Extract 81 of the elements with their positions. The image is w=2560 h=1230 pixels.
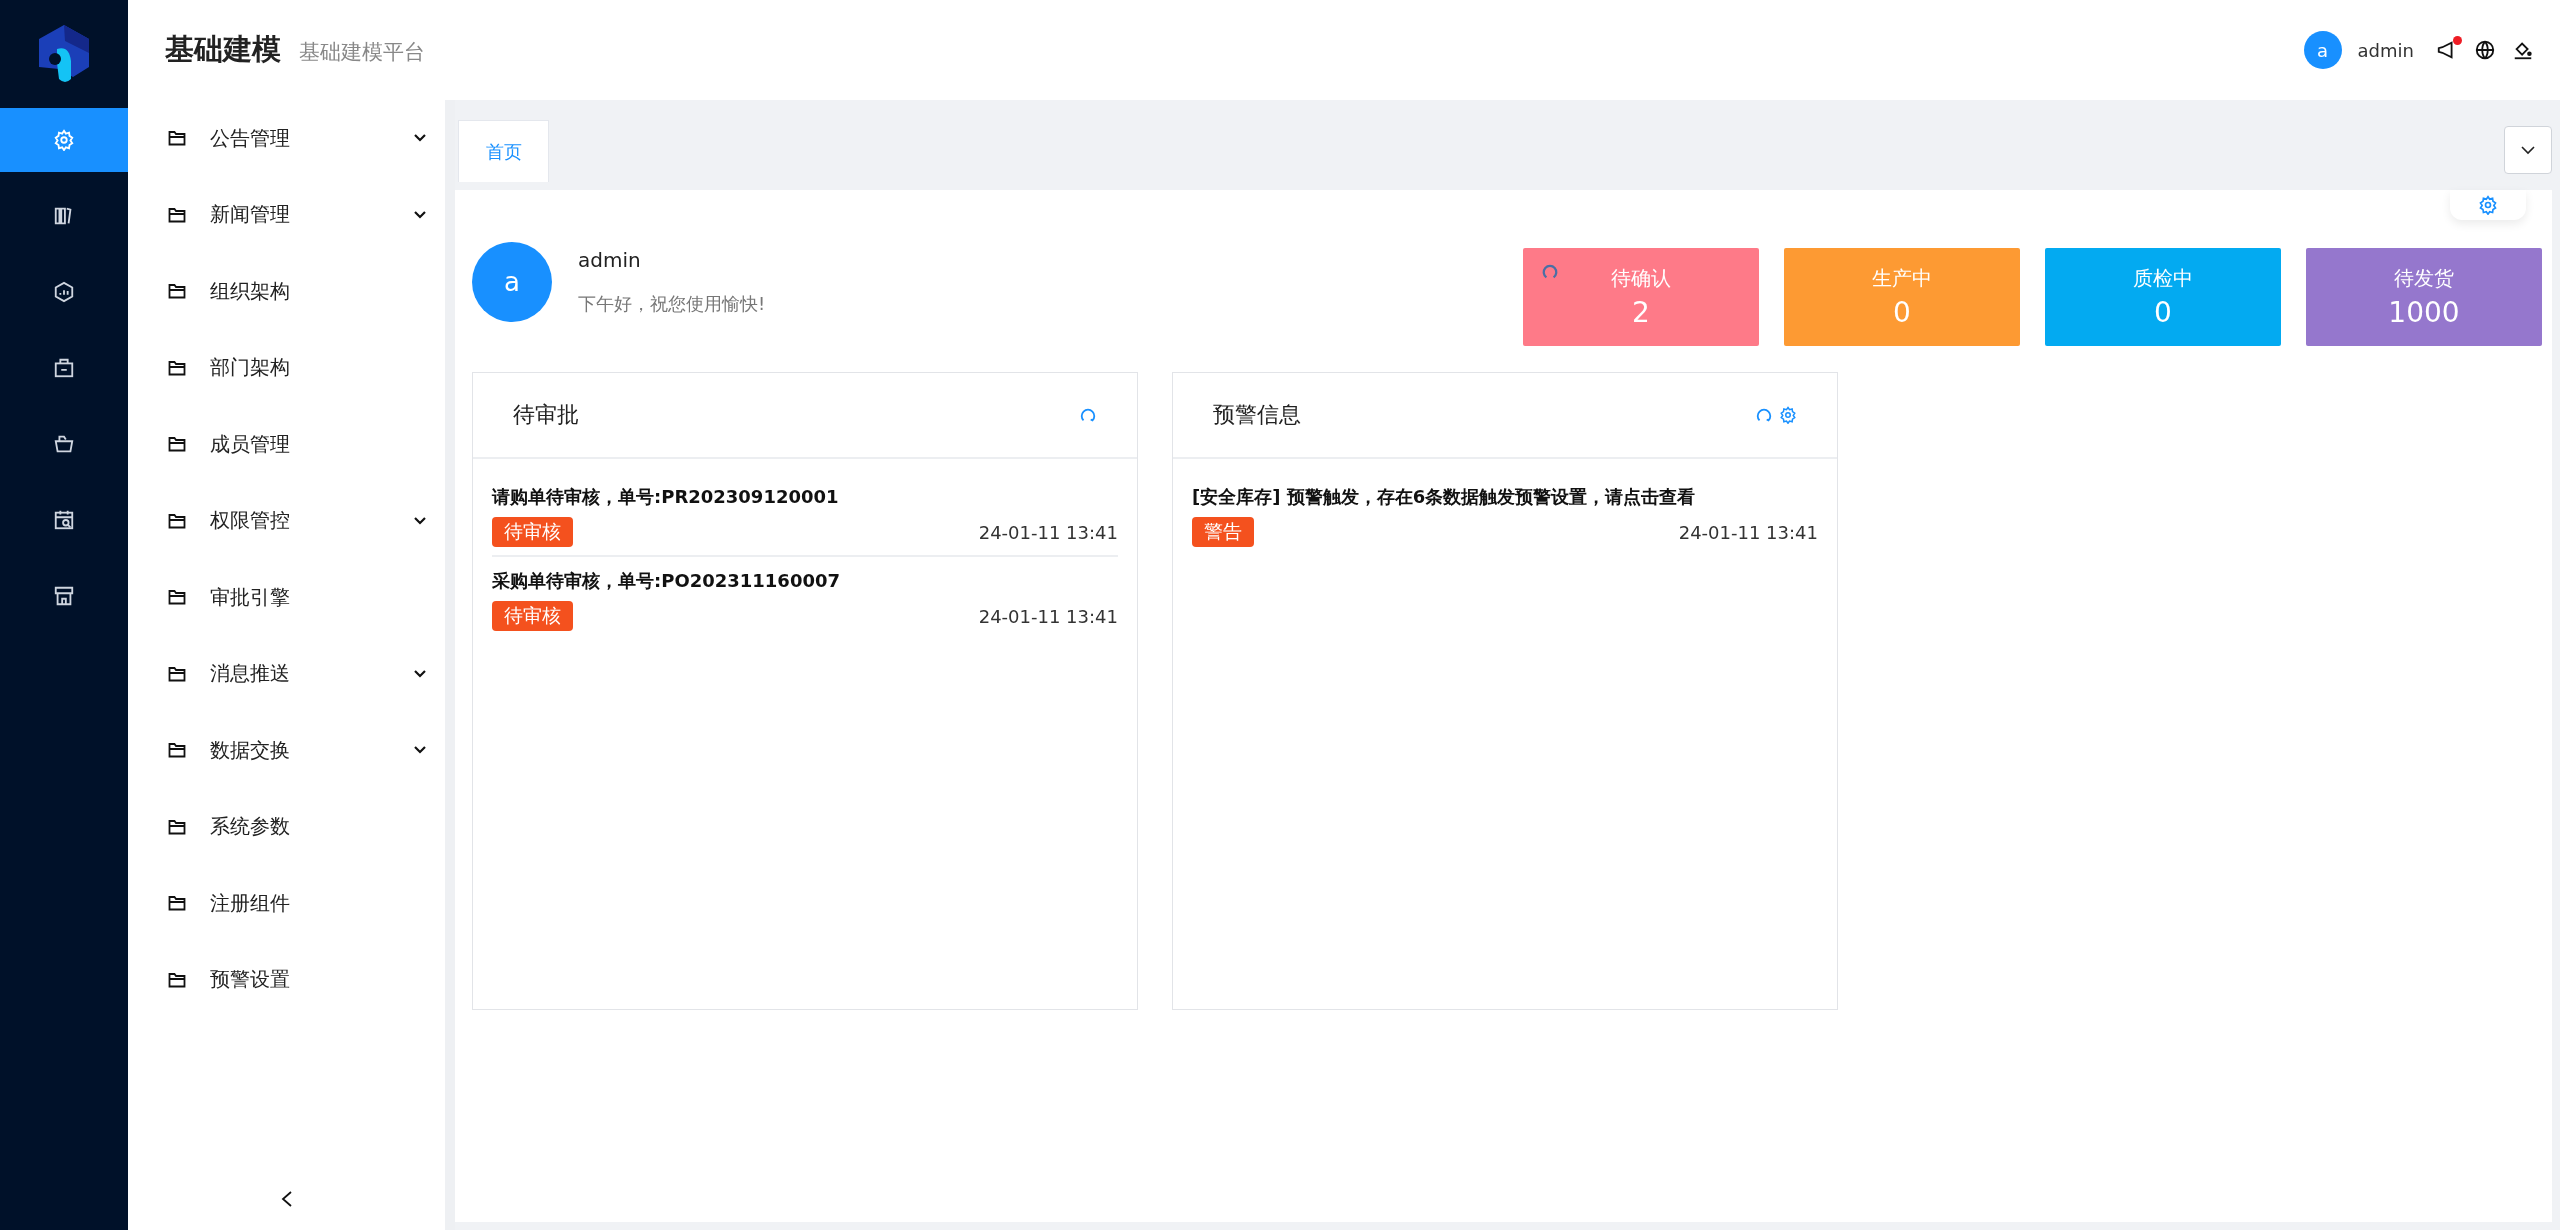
chevron-down-icon bbox=[413, 668, 427, 679]
chevron-down-icon bbox=[413, 209, 427, 220]
folder-icon bbox=[168, 895, 186, 912]
user-name[interactable]: admin bbox=[2357, 39, 2414, 61]
menu-item[interactable]: 注册组件 bbox=[128, 865, 445, 942]
status-tag: 待审核 bbox=[492, 601, 573, 631]
folder-icon bbox=[168, 283, 186, 300]
panel-title: 待审批 bbox=[513, 401, 579, 429]
menu-item[interactable]: 数据交换 bbox=[128, 712, 445, 789]
menu-label: 注册组件 bbox=[210, 889, 291, 917]
notice-title[interactable]: [安全库存] 预警触发，存在6条数据触发预警设置，请点击查看 bbox=[1192, 485, 1818, 509]
notice-time: 24-01-11 13:41 bbox=[978, 521, 1118, 543]
chevron-down-icon bbox=[413, 515, 427, 526]
stat-label: 生产中 bbox=[1872, 265, 1932, 292]
stat-value: 0 bbox=[1893, 296, 1911, 329]
settings-button[interactable] bbox=[2450, 190, 2526, 220]
menu-label: 消息推送 bbox=[210, 660, 291, 688]
stat-label: 待确认 bbox=[1611, 265, 1671, 292]
folder-icon bbox=[168, 436, 186, 453]
user-name: admin bbox=[578, 248, 642, 272]
folder-icon bbox=[168, 818, 186, 835]
menu-item[interactable]: 成员管理 bbox=[128, 406, 445, 483]
menu-item[interactable]: 消息推送 bbox=[128, 635, 445, 712]
notice-title[interactable]: 请购单待审核，单号:PR202309120001 bbox=[492, 485, 1118, 509]
stat-label: 待发货 bbox=[2394, 265, 2454, 292]
calendar-search-icon bbox=[53, 509, 75, 531]
status-tag: 待审核 bbox=[492, 517, 573, 547]
stat-card[interactable]: 待发货 1000 bbox=[2306, 248, 2542, 346]
menu-label: 成员管理 bbox=[210, 430, 291, 458]
menu-item[interactable]: 新闻管理 bbox=[128, 176, 445, 253]
folder-icon bbox=[168, 742, 186, 759]
menu-item[interactable]: 预警设置 bbox=[128, 941, 445, 1018]
menu-label: 新闻管理 bbox=[210, 201, 291, 229]
refresh-icon[interactable] bbox=[1755, 406, 1773, 424]
folder-icon bbox=[168, 971, 186, 988]
notice-time: 24-01-11 13:41 bbox=[1678, 521, 1818, 543]
menu-label: 部门架构 bbox=[210, 354, 291, 382]
stat-value: 1000 bbox=[2388, 296, 2460, 329]
menu-label: 预警设置 bbox=[210, 966, 291, 994]
menu-label: 公告管理 bbox=[210, 124, 291, 152]
folder-icon bbox=[168, 512, 186, 529]
folder-icon bbox=[168, 206, 186, 223]
collapse-icon[interactable] bbox=[279, 1190, 294, 1208]
user-avatar: a bbox=[472, 242, 552, 322]
stat-value: 0 bbox=[2154, 296, 2172, 329]
notice-time: 24-01-11 13:41 bbox=[978, 605, 1118, 627]
menu-label: 审批引擎 bbox=[210, 583, 291, 611]
menu-label: 系统参数 bbox=[210, 813, 291, 841]
menu-item[interactable]: 审批引擎 bbox=[128, 559, 445, 636]
menu-label: 数据交换 bbox=[210, 736, 291, 764]
chevron-down-icon bbox=[413, 133, 427, 144]
stat-label: 质检中 bbox=[2133, 265, 2193, 292]
status-tag: 警告 bbox=[1192, 517, 1254, 547]
menu-item[interactable]: 系统参数 bbox=[128, 788, 445, 865]
folder-icon bbox=[168, 665, 186, 682]
menu-label: 权限管控 bbox=[210, 507, 291, 535]
bag-icon bbox=[53, 357, 75, 379]
app-subtitle: 基础建模平台 bbox=[299, 39, 425, 66]
globe-icon[interactable] bbox=[2474, 39, 2496, 61]
menu-item[interactable]: 组织架构 bbox=[128, 253, 445, 330]
folder-icon bbox=[168, 359, 186, 376]
panel-title: 预警信息 bbox=[1213, 401, 1301, 429]
settings-icon bbox=[2478, 195, 2498, 215]
settings-icon[interactable] bbox=[1779, 406, 1797, 424]
chevron-down-icon bbox=[2520, 145, 2536, 155]
chevron-down-icon bbox=[413, 745, 427, 756]
store-icon bbox=[53, 585, 75, 607]
basket-icon bbox=[53, 433, 75, 455]
app-title: 基础建模 bbox=[165, 31, 281, 68]
chart-hexagon-icon bbox=[53, 281, 75, 303]
refresh-icon[interactable] bbox=[1079, 406, 1097, 424]
menu-label: 组织架构 bbox=[210, 277, 291, 305]
menu-item[interactable]: 权限管控 bbox=[128, 482, 445, 559]
settings-icon bbox=[53, 129, 75, 151]
greeting-text: 下午好，祝您使用愉快! bbox=[578, 292, 767, 316]
stat-value: 2 bbox=[1632, 296, 1650, 329]
folder-icon bbox=[168, 589, 186, 606]
menu-item[interactable]: 公告管理 bbox=[128, 100, 445, 177]
menu-item[interactable]: 部门架构 bbox=[128, 329, 445, 406]
notice-title[interactable]: 采购单待审核，单号:PO202311160007 bbox=[492, 569, 1118, 593]
folder-icon bbox=[168, 130, 186, 147]
